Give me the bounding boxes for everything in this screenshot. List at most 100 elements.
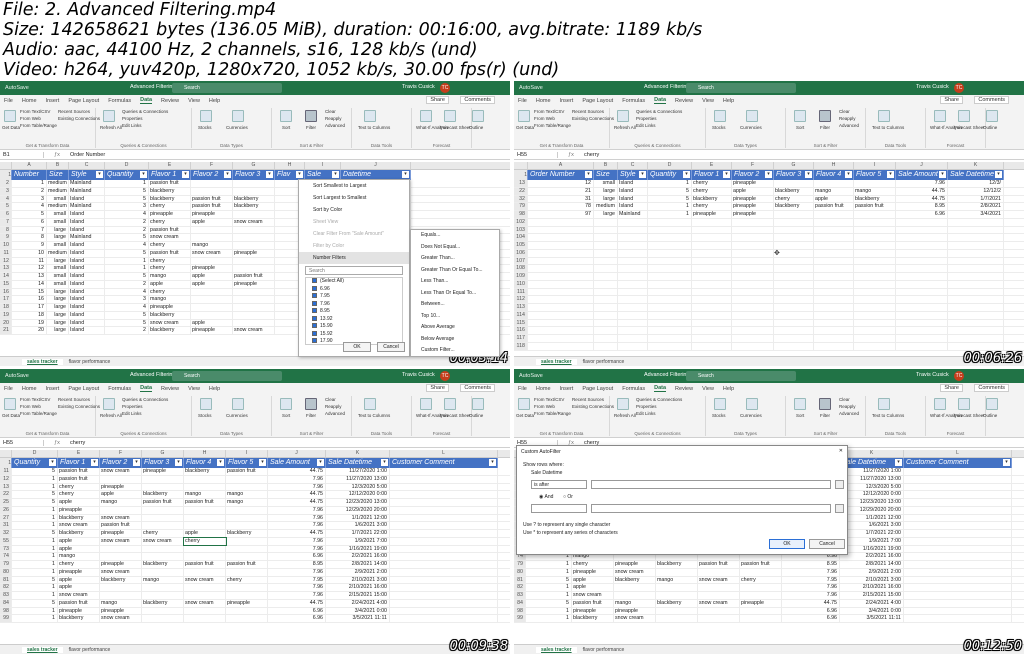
cell[interactable]: [948, 249, 1004, 257]
filter-dropdown-icon[interactable]: ▾: [182, 171, 189, 178]
cell[interactable]: [618, 280, 648, 288]
get-data-icon[interactable]: [518, 110, 530, 122]
cell[interactable]: [656, 584, 698, 591]
cell[interactable]: [692, 311, 732, 319]
cell[interactable]: 2/15/2021 15:00: [840, 592, 904, 599]
avatar[interactable]: TC: [954, 83, 964, 93]
cell[interactable]: 1: [12, 180, 47, 187]
cell[interactable]: medium: [47, 203, 69, 210]
table-header-cell[interactable]: Quantity▾: [105, 170, 149, 180]
cell[interactable]: blackberry: [100, 576, 142, 584]
column-header[interactable]: K: [840, 450, 904, 457]
cell[interactable]: snow cream: [614, 568, 656, 576]
cell[interactable]: 11/27/2020 13:00: [840, 475, 904, 483]
stocks-label[interactable]: Stocks: [198, 413, 212, 418]
cell[interactable]: [692, 273, 732, 280]
row-number[interactable]: 79: [514, 203, 528, 210]
share-button[interactable]: Share: [426, 96, 449, 104]
cell[interactable]: [904, 599, 1012, 607]
cell[interactable]: [142, 506, 184, 514]
column-header[interactable]: G: [142, 450, 184, 457]
get-data-label[interactable]: Get Data: [2, 413, 20, 418]
cell[interactable]: [814, 257, 854, 265]
cell[interactable]: [896, 319, 948, 327]
cell[interactable]: cherry: [572, 561, 614, 568]
search-box[interactable]: Search: [172, 83, 282, 93]
cell[interactable]: [774, 319, 814, 327]
cell[interactable]: mango: [100, 499, 142, 506]
cell[interactable]: Mainland: [69, 187, 105, 195]
cell[interactable]: cherry: [692, 187, 732, 195]
row-number[interactable]: 10: [0, 242, 12, 249]
cell[interactable]: 5: [12, 530, 58, 537]
cell[interactable]: passion fruit: [226, 468, 268, 475]
filter-dropdown-icon[interactable]: ▾: [585, 171, 592, 178]
cell[interactable]: [774, 280, 814, 288]
cell[interactable]: 3/5/2021 11:11: [840, 615, 904, 622]
cell[interactable]: cherry: [142, 530, 184, 537]
filter-cancel-button[interactable]: Cancel: [377, 342, 405, 352]
cell[interactable]: mango: [656, 576, 698, 584]
tab-insert[interactable]: Insert: [560, 98, 574, 104]
cell[interactable]: [814, 242, 854, 249]
cell[interactable]: [528, 319, 594, 327]
cell[interactable]: 12/3/: [948, 180, 1004, 187]
cell[interactable]: passion fruit: [191, 195, 233, 203]
cell[interactable]: passion fruit: [226, 561, 268, 568]
cell[interactable]: [774, 180, 814, 187]
column-header[interactable]: G: [774, 162, 814, 169]
cell[interactable]: [698, 568, 740, 576]
cell[interactable]: 1: [12, 553, 58, 560]
share-button[interactable]: Share: [940, 384, 963, 392]
cell[interactable]: passion fruit: [572, 599, 614, 607]
currencies-label[interactable]: Currencies: [740, 413, 762, 418]
cell[interactable]: [618, 311, 648, 319]
get-data-label[interactable]: Get Data: [516, 125, 534, 130]
cell[interactable]: 7.95: [268, 576, 326, 584]
cell[interactable]: passion fruit: [184, 561, 226, 568]
from-table-button[interactable]: From Table/Range: [534, 411, 571, 416]
tab-help[interactable]: Help: [209, 386, 220, 392]
outline-icon[interactable]: [986, 110, 998, 122]
cell[interactable]: apple: [814, 195, 854, 203]
cell[interactable]: [854, 234, 896, 241]
cell[interactable]: 6.96: [782, 615, 840, 622]
cell[interactable]: large: [47, 327, 69, 334]
cell[interactable]: 5: [12, 468, 58, 475]
cell[interactable]: [233, 234, 275, 241]
cell[interactable]: 1: [526, 584, 572, 591]
cell[interactable]: 4: [12, 203, 47, 210]
tab-insert[interactable]: Insert: [560, 386, 574, 392]
cell[interactable]: passion fruit: [142, 499, 184, 506]
row-number[interactable]: 103: [514, 226, 528, 234]
cell[interactable]: 7.96: [268, 545, 326, 553]
cell[interactable]: [656, 568, 698, 576]
column-header[interactable]: H: [184, 450, 226, 457]
cell[interactable]: 1: [12, 615, 58, 622]
cell[interactable]: mango: [226, 499, 268, 506]
recent-sources-button[interactable]: Recent Sources: [58, 109, 90, 114]
cell[interactable]: 1: [12, 483, 58, 491]
cell[interactable]: 21: [528, 187, 594, 195]
cell[interactable]: apple: [58, 537, 100, 545]
queries-button[interactable]: Queries & Connections: [122, 109, 168, 114]
cell[interactable]: Mainland: [618, 211, 648, 218]
cell[interactable]: 1: [526, 607, 572, 615]
cell[interactable]: [184, 545, 226, 553]
number-filter-option[interactable]: Below Average: [411, 334, 499, 346]
cell[interactable]: [390, 576, 498, 584]
cell[interactable]: blackberry: [572, 615, 614, 622]
cell[interactable]: [100, 475, 142, 483]
text-to-columns-label[interactable]: Text to Columns: [872, 125, 904, 130]
checkbox-icon[interactable]: [312, 293, 317, 299]
cell[interactable]: [191, 288, 233, 296]
edit-links-button[interactable]: Edit Links: [636, 123, 656, 128]
row-number[interactable]: 7: [0, 218, 12, 226]
cell[interactable]: apple: [58, 584, 100, 591]
table-header-cell[interactable]: Flavor 2▾: [732, 170, 774, 180]
cell[interactable]: [648, 296, 692, 303]
table-header-cell[interactable]: Customer Comment ▾: [390, 458, 498, 468]
cell[interactable]: [896, 273, 948, 280]
filter-dropdown-icon[interactable]: ▾: [266, 171, 273, 178]
row-number[interactable]: 18: [0, 304, 12, 311]
